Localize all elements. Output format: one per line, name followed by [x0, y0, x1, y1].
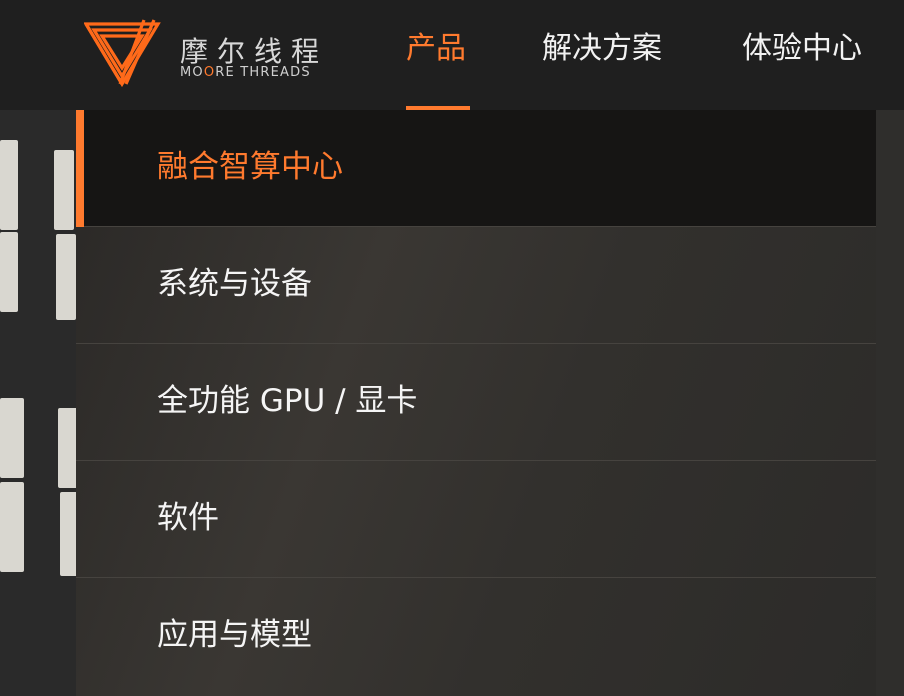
nav-item-products[interactable]: 产品	[406, 34, 466, 64]
brand-name-cn: 摩尔线程	[180, 35, 329, 68]
menu-item-applications-models[interactable]: 应用与模型	[76, 578, 876, 695]
nav-item-solutions[interactable]: 解决方案	[542, 34, 662, 64]
menu-item-gpu-graphics-cards[interactable]: 全功能 GPU / 显卡	[76, 344, 876, 461]
products-dropdown-menu: 融合智算中心 系统与设备 全功能 GPU / 显卡 软件 应用与模型	[76, 110, 876, 696]
background-image-left	[0, 110, 80, 696]
menu-item-label: 融合智算中心	[157, 149, 343, 185]
moore-threads-logo-icon	[84, 19, 161, 88]
menu-item-label: 应用与模型	[157, 617, 312, 653]
menu-item-software[interactable]: 软件	[76, 461, 876, 578]
menu-item-label: 软件	[157, 500, 219, 536]
menu-item-intelligent-computing-center[interactable]: 融合智算中心	[76, 110, 876, 227]
menu-item-systems-devices[interactable]: 系统与设备	[76, 227, 876, 344]
menu-item-label: 系统与设备	[157, 266, 312, 302]
brand-logo[interactable]: 摩尔线程 MOORE THREADS	[84, 18, 334, 88]
brand-name-en: MOORE THREADS	[180, 65, 311, 80]
background-image-right	[876, 110, 904, 696]
nav-item-experience-center[interactable]: 体验中心	[742, 34, 862, 64]
menu-item-label: 全功能 GPU / 显卡	[157, 383, 418, 419]
site-header: 摩尔线程 MOORE THREADS 产品 解决方案 体验中心	[0, 0, 904, 112]
